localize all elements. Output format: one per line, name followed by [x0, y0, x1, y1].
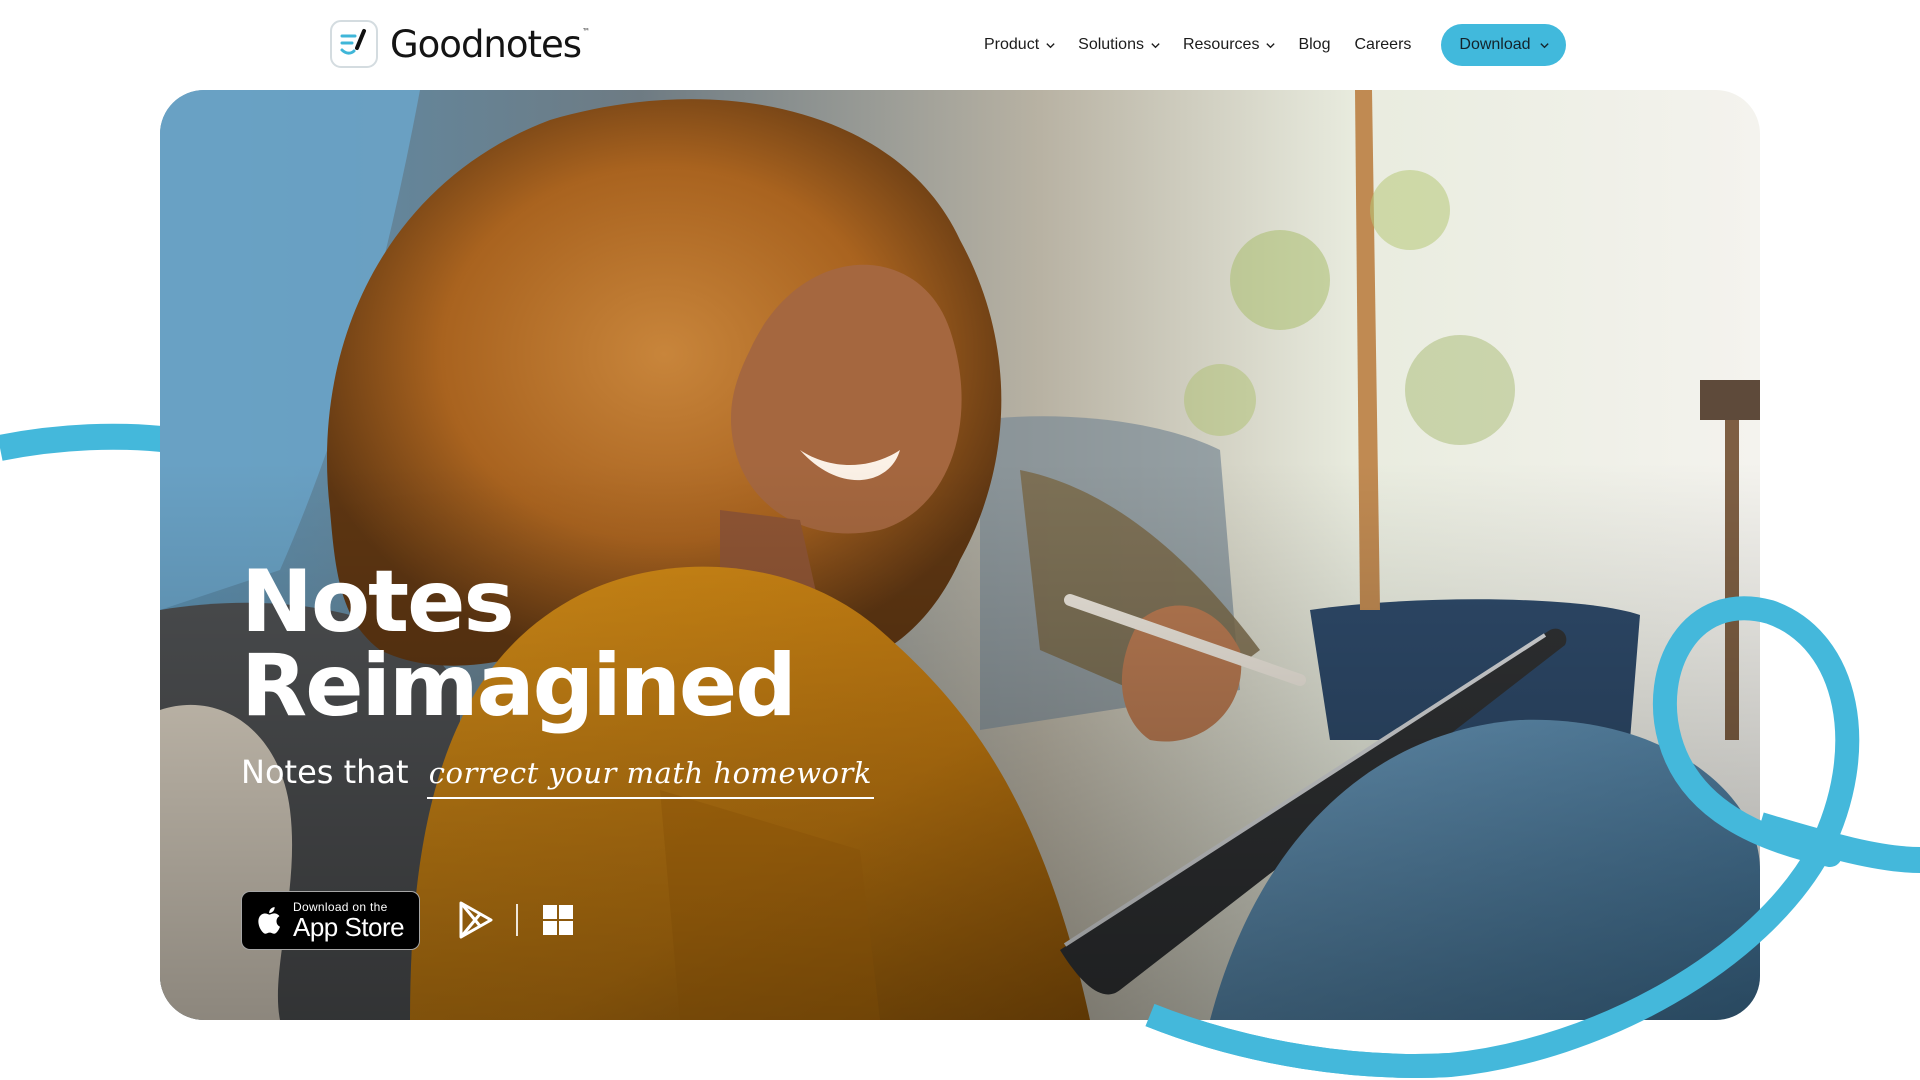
nav-resources[interactable]: Resources [1183, 36, 1276, 54]
app-store-text: Download on the App Store [293, 899, 405, 942]
main-nav: Product Solutions Resources Blog Careers… [984, 24, 1566, 66]
download-button[interactable]: Download [1441, 24, 1566, 66]
trademark-symbol: ™ [582, 26, 590, 36]
site-header: Goodnotes™ Product Solutions Resources B… [0, 0, 1920, 90]
apple-icon [258, 907, 280, 934]
chevron-down-icon [1539, 42, 1549, 48]
hero-subtitle-prefix: Notes that [241, 753, 409, 791]
store-divider [516, 904, 518, 936]
nav-resources-label: Resources [1182, 36, 1260, 53]
chevron-down-icon [1151, 42, 1160, 48]
hero-section: Notes Reimagined Notes that correct your… [160, 90, 1760, 1020]
google-play-icon[interactable] [458, 901, 494, 939]
store-links: Download on the App Store [241, 890, 574, 950]
download-button-label: Download [1459, 36, 1531, 53]
nav-solutions[interactable]: Solutions [1078, 36, 1161, 54]
hero-title-line1: Notes [241, 552, 515, 652]
app-store-button[interactable]: Download on the App Store [241, 890, 420, 950]
nav-blog[interactable]: Blog [1298, 36, 1330, 54]
hero-subtitle: Notes that correct your math homework [241, 752, 874, 799]
goodnotes-logo[interactable]: Goodnotes™ [330, 20, 590, 68]
hero-title-line2: Reimagined [241, 636, 797, 736]
nav-product-label: Product [984, 36, 1040, 53]
app-store-big-text: App Store [293, 911, 405, 942]
nav-careers[interactable]: Careers [1354, 36, 1411, 54]
hero-subtitle-handwritten: correct your math homework [426, 753, 874, 799]
chevron-down-icon [1046, 42, 1055, 48]
nav-product[interactable]: Product [984, 36, 1056, 54]
app-store-small-text: Download on the [293, 899, 388, 914]
chevron-down-icon [1266, 42, 1276, 48]
hero-title: Notes Reimagined [241, 552, 797, 736]
brand-name: Goodnotes™ [390, 22, 590, 66]
goodnotes-logo-icon [330, 20, 378, 68]
nav-solutions-label: Solutions [1078, 36, 1144, 53]
windows-icon[interactable] [542, 904, 574, 936]
